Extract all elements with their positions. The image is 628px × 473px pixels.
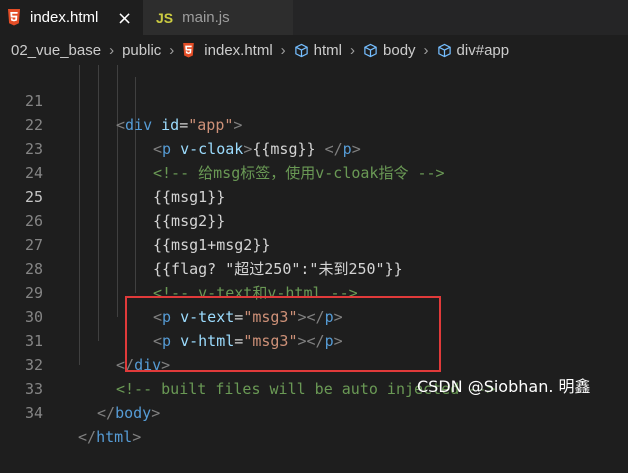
watermark: CSDN @Siobhan. 明鑫 [417, 377, 591, 396]
breadcrumb-file-index-html[interactable]: index.html [182, 41, 273, 59]
breadcrumb-symbol-div-app[interactable]: div#app [437, 41, 510, 59]
code-line-current: 25 {{msg2}} [0, 161, 628, 230]
editor-tab-bar: index.html × JS main.js [0, 0, 628, 35]
cube-icon [437, 43, 451, 57]
punctuation: </ [78, 428, 97, 446]
html5-icon [8, 9, 20, 26]
code-line: 28 <!-- v-text和v-html --> [0, 233, 628, 302]
code-line: 29 <p v-text="msg3"></p> [0, 257, 628, 326]
tag-name: body [115, 404, 152, 422]
chevron-right-icon: › [280, 41, 286, 59]
code-line: 21 <div id="app"> [0, 65, 628, 134]
breadcrumb-folder-02-vue-base[interactable]: 02_vue_base [11, 42, 101, 59]
breadcrumb-label: body [383, 41, 416, 59]
tag-name: html [96, 428, 133, 446]
chevron-right-icon: › [109, 41, 115, 59]
code-line: 23 <!-- 给msg标签，使用v-cloak指令 --> [0, 113, 628, 182]
punctuation: > [151, 404, 161, 422]
tab-label: index.html [30, 9, 99, 26]
code-editor[interactable]: 21 <div id="app"> 22 <p v-cloak>{{msg}} … [0, 65, 628, 446]
js-icon: JS [156, 9, 174, 26]
breadcrumb-label: html [313, 41, 343, 59]
tab-index-html[interactable]: index.html × [0, 0, 143, 35]
tab-main-js[interactable]: JS main.js [143, 0, 293, 35]
breadcrumb-label: 02_vue_base [11, 41, 102, 59]
breadcrumb-symbol-html[interactable]: html [294, 42, 342, 59]
breadcrumb: 02_vue_base › public › index.html › html… [0, 35, 628, 65]
breadcrumb-symbol-body[interactable]: body [363, 42, 416, 59]
close-icon[interactable]: × [117, 8, 132, 29]
html5-icon [183, 42, 195, 58]
breadcrumb-folder-public[interactable]: public [122, 42, 161, 59]
chevron-right-icon: › [350, 41, 356, 59]
highlight-box [125, 296, 441, 372]
breadcrumb-label: public [122, 41, 162, 59]
cube-icon [364, 43, 377, 57]
line-number: 34 [24, 404, 43, 422]
code-line: 26 {{msg1+msg2}} [0, 185, 628, 254]
code-line: 22 <p v-cloak>{{msg}} </p> [0, 89, 628, 158]
cube-icon [294, 43, 308, 57]
punctuation: > [132, 428, 142, 446]
chevron-right-icon: › [423, 41, 429, 59]
chevron-right-icon: › [169, 41, 175, 59]
code-line: 24 {{msg1}} [0, 137, 628, 206]
tab-label: main.js [182, 9, 230, 26]
punctuation: </ [97, 404, 116, 422]
code-line: 27 {{flag? "超过250":"未到250"}} [0, 209, 628, 278]
breadcrumb-label: index.html [204, 41, 273, 59]
breadcrumb-label: div#app [456, 41, 510, 59]
